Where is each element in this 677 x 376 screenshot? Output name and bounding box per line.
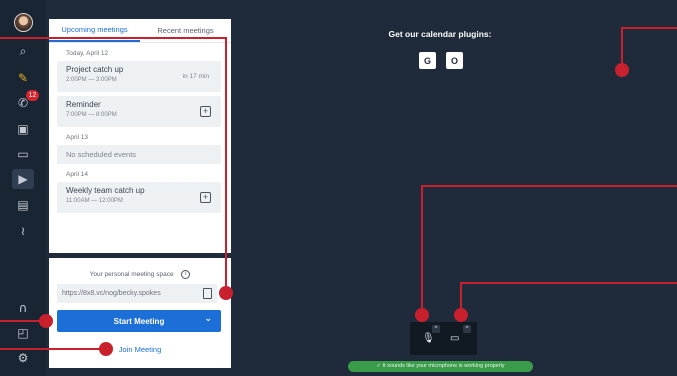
callout-dot <box>219 286 233 300</box>
callout-line <box>0 37 227 293</box>
callout-dot <box>39 314 53 328</box>
callout-line <box>621 27 677 70</box>
callout-dot <box>415 308 429 322</box>
callout-dot <box>454 308 468 322</box>
callout-dot <box>99 342 113 356</box>
callout-dot <box>615 63 629 77</box>
callout-overlay <box>0 27 677 356</box>
callout-line <box>460 282 677 315</box>
